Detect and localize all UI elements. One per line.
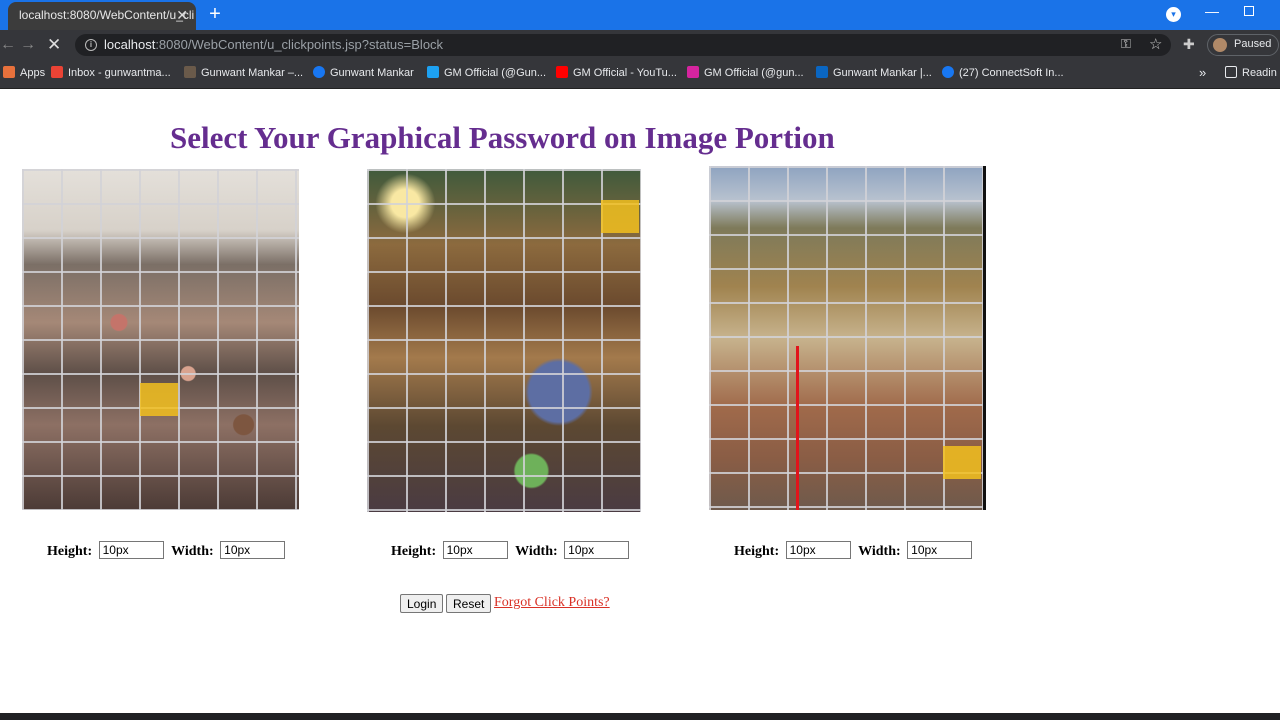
taskbar [0, 713, 1280, 720]
width-label: Width: [858, 544, 901, 559]
width-label: Width: [171, 544, 214, 559]
url-host: localhost [104, 37, 156, 52]
bookmark-label: Inbox - gunwantma... [68, 67, 171, 79]
height-input-3[interactable] [785, 541, 851, 559]
bookmark-label: GM Official - YouTu... [573, 67, 677, 79]
url-text[interactable]: localhost:8080/WebContent/u_clickpoints.… [104, 37, 443, 52]
image-2-dimensions: Height: Width: [391, 541, 633, 560]
height-input-1[interactable] [98, 541, 164, 559]
address-bar[interactable]: i localhost:8080/WebContent/u_clickpoint… [75, 34, 1171, 56]
browser-toolbar: ← → ✕ i localhost:8080/WebContent/u_clic… [0, 30, 1280, 60]
gmail-icon [51, 66, 63, 78]
password-image-2[interactable] [367, 169, 641, 512]
height-input-2[interactable] [442, 541, 508, 559]
reading-list-icon [1225, 66, 1237, 78]
twitter-icon [427, 66, 439, 78]
image-3-dimensions: Height: Width: [734, 541, 976, 560]
bookmark-inbox[interactable]: Inbox - gunwantma... [51, 66, 171, 79]
bookmark-connectsoft[interactable]: (27) ConnectSoft In... [942, 66, 1064, 79]
profile-status: Paused [1234, 38, 1272, 50]
reading-list-button[interactable]: Readin [1225, 66, 1277, 79]
extensions-puzzle-icon[interactable]: ✚ [1183, 36, 1195, 53]
tab-close-icon[interactable]: ✕ [176, 2, 188, 28]
linkedin-icon [816, 66, 828, 78]
new-tab-button[interactable]: + [204, 3, 226, 25]
tab-search-icon[interactable]: ▾ [1166, 7, 1181, 22]
bookmark-label: (27) ConnectSoft In... [959, 67, 1064, 79]
bookmark-star-icon[interactable]: ☆ [1149, 35, 1162, 53]
login-button[interactable]: Login [400, 594, 444, 613]
url-path: :8080/WebContent/u_clickpoints.jsp?statu… [155, 37, 444, 52]
avatar [1213, 38, 1227, 52]
profile-button[interactable]: Paused [1207, 34, 1279, 56]
key-icon[interactable]: ⚿ [1121, 36, 1131, 52]
stop-loading-icon[interactable]: ✕ [47, 35, 61, 55]
instagram-icon [687, 66, 699, 78]
width-input-3[interactable] [907, 541, 973, 559]
bookmark-twitter[interactable]: GM Official (@Gun... [427, 66, 546, 79]
image-border [983, 166, 986, 510]
width-input-2[interactable] [564, 541, 630, 559]
facebook-icon [313, 66, 325, 78]
bookmark-gunwant-profile[interactable]: Gunwant Mankar –... [184, 66, 303, 79]
height-label: Height: [391, 544, 437, 559]
password-image-3[interactable] [709, 166, 986, 510]
image-grid-overlay [22, 169, 299, 510]
password-image-1[interactable] [22, 169, 299, 510]
height-label: Height: [47, 544, 93, 559]
maximize-window-icon[interactable] [1244, 6, 1254, 16]
apps-grid-icon [3, 66, 15, 78]
bookmark-label: Readin [1242, 67, 1277, 79]
width-input-1[interactable] [220, 541, 286, 559]
forgot-click-points-link[interactable]: Forgot Click Points? [494, 595, 610, 611]
bookmark-linkedin[interactable]: Gunwant Mankar |... [816, 66, 932, 79]
browser-tab[interactable]: localhost:8080/WebContent/u_cli ✕ [8, 2, 196, 30]
facebook-icon [942, 66, 954, 78]
bookmark-label: Gunwant Mankar –... [201, 67, 304, 79]
selected-cell-highlight [601, 200, 639, 233]
more-bookmarks-icon[interactable]: » [1199, 65, 1206, 80]
bookmark-youtube[interactable]: GM Official - YouTu... [556, 66, 677, 79]
bookmark-apps[interactable]: Apps [3, 66, 45, 79]
bookmarks-bar: Apps Inbox - gunwantma... Gunwant Mankar… [0, 60, 1280, 89]
width-label: Width: [515, 544, 558, 559]
image-1-dimensions: Height: Width: [47, 541, 289, 560]
height-label: Height: [734, 544, 780, 559]
image-grid-overlay [367, 169, 641, 512]
selected-cell-highlight [140, 383, 178, 416]
click-marker-line [796, 346, 799, 510]
tab-title: localhost:8080/WebContent/u_cli [19, 8, 195, 22]
page-title: Select Your Graphical Password on Image … [170, 120, 835, 155]
bookmark-label: Gunwant Mankar [330, 67, 414, 79]
profile-icon [184, 66, 196, 78]
youtube-icon [556, 66, 568, 78]
back-arrow-icon[interactable]: ← [0, 36, 16, 54]
reset-button[interactable]: Reset [446, 594, 492, 613]
bookmark-label: Gunwant Mankar |... [833, 67, 932, 79]
bookmark-instagram[interactable]: GM Official (@gun... [687, 66, 804, 79]
bookmark-label: Apps [20, 67, 46, 79]
bookmark-label: GM Official (@Gun... [444, 67, 547, 79]
site-info-icon[interactable]: i [85, 39, 97, 51]
bookmark-label: GM Official (@gun... [704, 67, 804, 79]
browser-tab-strip: localhost:8080/WebContent/u_cli ✕ + ▾ — [0, 0, 1280, 30]
forward-arrow-icon[interactable]: → [20, 36, 36, 54]
bookmark-facebook[interactable]: Gunwant Mankar [313, 66, 414, 79]
selected-cell-highlight [943, 446, 981, 479]
minimize-window-icon[interactable]: — [1205, 3, 1219, 19]
